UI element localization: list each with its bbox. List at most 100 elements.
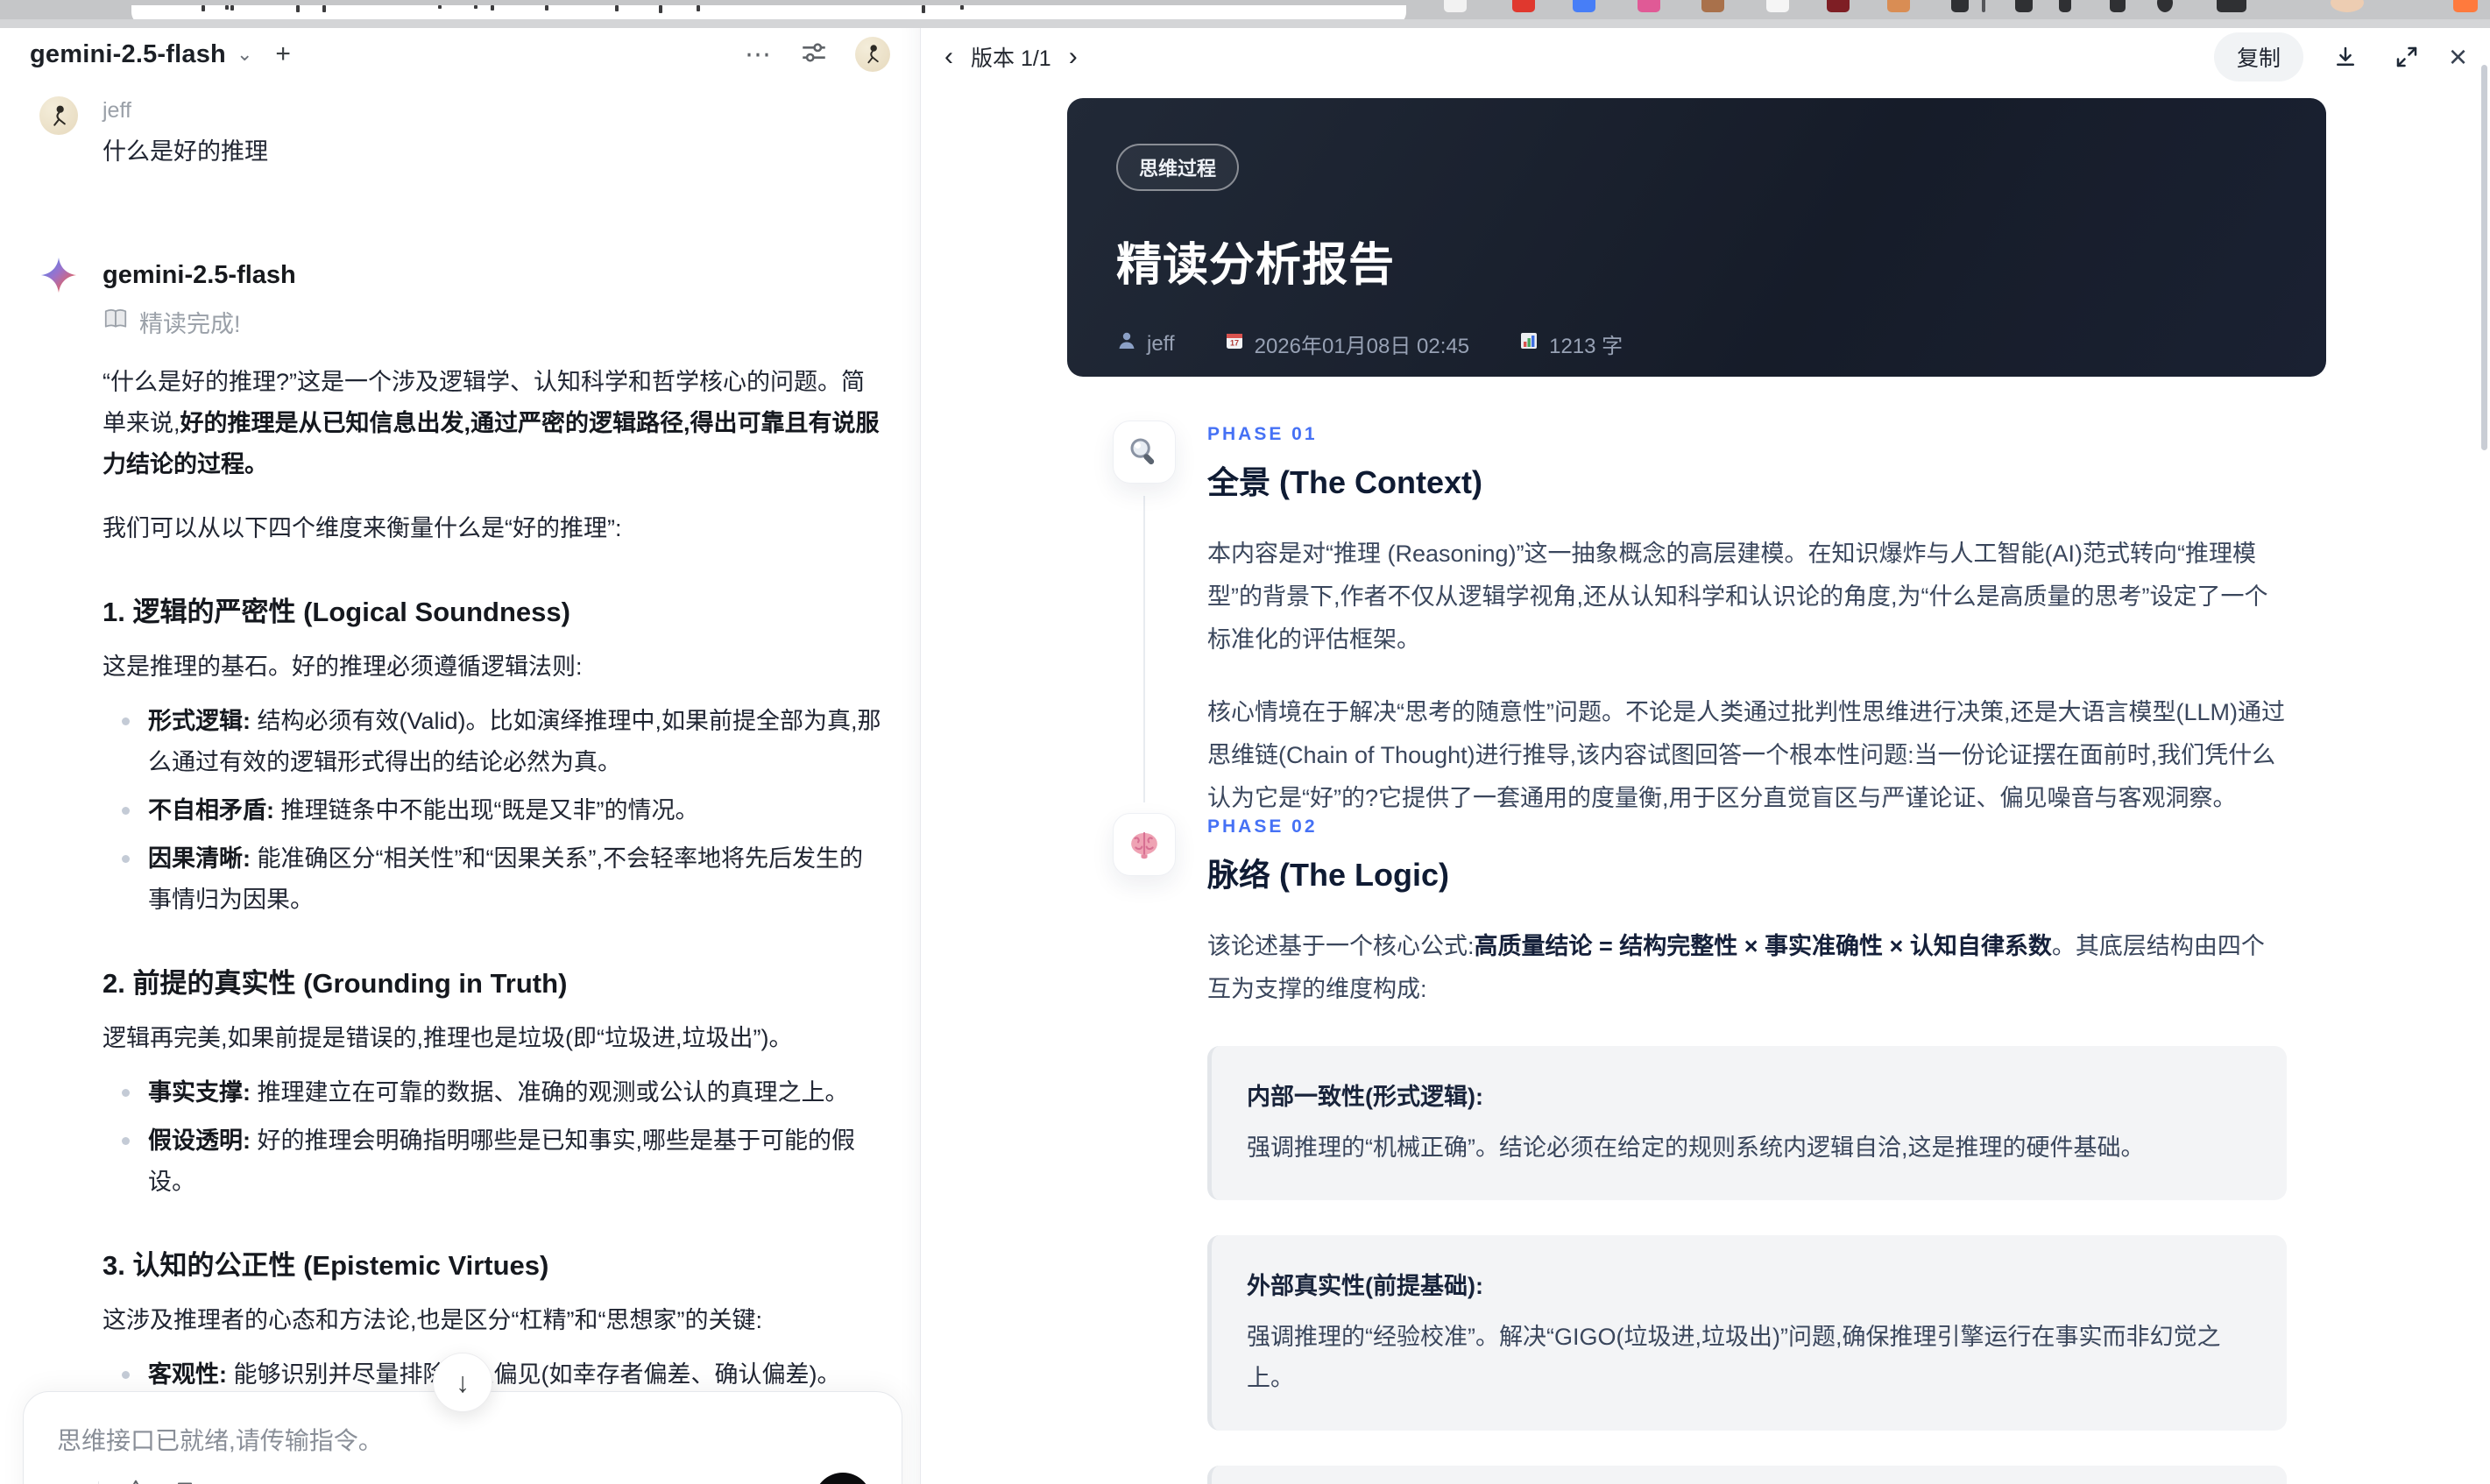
menubar-glyph-mark (545, 5, 548, 11)
meta-author: jeff (1147, 332, 1175, 357)
menubar-glyph-mark (438, 5, 442, 9)
clipboard-status-icon[interactable] (2110, 0, 2126, 12)
circle-status-icon[interactable] (2157, 0, 2173, 12)
user-avatar-status-icon[interactable] (2331, 0, 2364, 12)
list-item: 形式逻辑: 结构必须有效(Valid)。比如演绎推理中,如果前提全部为真,那么通… (103, 701, 882, 783)
assistant-model-name: gemini-2.5-flash (103, 261, 296, 290)
list-item: 假设透明: 好的推理会明确指明哪些是已知事实,哪些是基于可能的假设。 (103, 1120, 882, 1203)
user-message: jeff 什么是好的推理 (39, 96, 883, 172)
tune-settings-icon[interactable] (799, 38, 829, 72)
message-list: jeff 什么是好的推理 gemini-2.5-flash 精读完成! “什么是… (39, 96, 883, 1484)
menubar-glyph-mark (230, 5, 234, 11)
list-item: 不自相矛盾: 推理链条中不能出现“既是又非”的情况。 (103, 790, 882, 831)
new-chat-button[interactable]: + (275, 39, 291, 69)
ghost-app-icon[interactable] (1444, 0, 1467, 12)
report-title: 精读分析报告 (1116, 228, 2277, 293)
chat-panel: gemini-2.5-flash ⌄ + ⋯ jeff 什么是好的推理 gemi… (0, 28, 921, 1484)
section-description: 这涉及推理者的心态和方法论,也是区分“杠精”和“思想家”的关键: (103, 1300, 882, 1340)
chat-header: gemini-2.5-flash ⌄ + ⋯ (0, 28, 920, 81)
menubar-glyph-mark (960, 5, 964, 10)
phase-label: PHASE 02 (1207, 816, 2287, 837)
darkred-app-icon[interactable] (1827, 0, 1850, 12)
bookmark-icon[interactable] (173, 1480, 197, 1484)
version-prev-button[interactable]: ‹ (944, 44, 953, 70)
report-meta: jeff 17 2026年01月08日 02:45 1213 字 (1116, 329, 2277, 359)
version-label: 版本 1/1 (971, 41, 1051, 73)
card-text: 强调推理的“经验校准”。解决“GIGO(垃圾进,垃圾出)”问题,确保推理引擎运行… (1247, 1317, 2252, 1399)
phase-paragraph: 该论述基于一个核心公式:高质量结论 = 结构完整性 × 事实准确性 × 认知自律… (1207, 925, 2287, 1011)
phase-paragraph: 本内容是对“推理 (Reasoning)”这一抽象概念的高层建模。在知识爆炸与人… (1207, 533, 2287, 661)
status-glyph-icon[interactable] (1951, 0, 1969, 12)
chevron-down-icon[interactable]: ⌄ (237, 43, 252, 66)
attach-button[interactable]: + (57, 1476, 75, 1484)
screen: gemini-2.5-flash ⌄ + ⋯ jeff 什么是好的推理 gemi… (0, 0, 2490, 1484)
magnifier-icon (1113, 420, 1176, 484)
meta-word-count: 1213 字 (1549, 329, 1623, 359)
blue-app-icon[interactable] (1573, 0, 1595, 12)
jeff-avatar (39, 96, 78, 135)
phase-section: PHASE 01 全景 (The Context) 本内容是对“推理 (Reason… (1113, 420, 2287, 820)
card-title: 内部一致性(形式逻辑): (1247, 1078, 2252, 1112)
menubar-glyph-mark (322, 5, 326, 12)
section-description: 这是推理的基石。好的推理必须遵循逻辑法则: (103, 647, 882, 687)
tune-status-icon[interactable] (2015, 0, 2033, 12)
phase-title: 脉络 (The Logic) (1207, 850, 2287, 895)
menubar-glyph-mark (659, 5, 662, 13)
pen-status-icon[interactable] (2059, 0, 2071, 12)
menubar-glyph-mark (615, 5, 619, 11)
copy-button[interactable]: 复制 (2214, 32, 2303, 81)
grid-status-icon[interactable] (2217, 0, 2246, 12)
phase-body: PHASE 01 全景 (The Context) 本内容是对“推理 (Reason… (1207, 420, 2287, 820)
message-text: 什么是好的推理 (103, 132, 268, 172)
assistant-message: gemini-2.5-flash 精读完成! “什么是好的推理?”这是一个涉及逻… (39, 256, 883, 1484)
orange-app-icon[interactable] (1887, 0, 1910, 12)
user-avatar[interactable] (855, 37, 890, 72)
sparkle-tools-icon[interactable] (122, 1479, 150, 1484)
composer-placeholder[interactable]: 思维接口已就绪,请传输指令。 (57, 1422, 868, 1457)
assistant-status: 精读完成! (103, 305, 882, 339)
red-app-icon[interactable] (1512, 0, 1535, 12)
scrollbar-thumb[interactable] (2481, 65, 2487, 450)
version-next-button[interactable]: › (1069, 44, 1078, 70)
assistant-lead-paragraph: 我们可以从以下四个维度来衡量什么是“好的推理”: (103, 508, 882, 549)
card-title: 外部真实性(前提基础): (1247, 1267, 2252, 1301)
scroll-to-bottom-button[interactable]: ↓ (433, 1353, 492, 1412)
list-item: 事实支撑: 推理建立在可靠的数据、准确的观测或公认的真理之上。 (103, 1072, 882, 1113)
status-divider-icon[interactable] (1982, 0, 1985, 12)
model-selector[interactable]: gemini-2.5-flash (30, 40, 226, 69)
voice-input-button[interactable] (814, 1473, 872, 1484)
bar-chart-icon (1518, 330, 1539, 357)
meta-date: 2026年01月08日 02:45 (1255, 329, 1470, 359)
menubar-glyph-mark (491, 5, 494, 11)
logic-dimension-card: 内部一致性(形式逻辑): 强调推理的“机械正确”。结论必须在给定的规则系统内逻辑自… (1207, 1046, 2287, 1200)
macos-menubar (0, 0, 2490, 19)
artifact-header: ‹ 版本 1/1 › 复制 × (922, 28, 2490, 86)
brown-app-icon[interactable] (1701, 0, 1724, 12)
close-icon[interactable]: × (2449, 41, 2467, 73)
section-bullet-list: 形式逻辑: 结构必须有效(Valid)。比如演绎推理中,如果前提全部为真,那么通… (103, 701, 882, 921)
section-title: 3. 认知的公正性 (Epistemic Virtues) (103, 1243, 882, 1283)
phase-title: 全景 (The Context) (1207, 457, 2287, 503)
card-text: 强调推理的“机械正确”。结论必须在给定的规则系统内逻辑自洽,这是推理的硬件基础。 (1247, 1127, 2252, 1169)
pink-app-icon[interactable] (1638, 0, 1660, 12)
more-options-button[interactable]: ⋯ (745, 39, 773, 70)
window-chrome-edge (0, 19, 2490, 28)
book-icon (103, 306, 129, 338)
calendar-icon: 17 (1224, 330, 1245, 357)
flame-status-icon[interactable] (2453, 0, 2478, 12)
logic-dimension-card: 主体伦理(认识美德):转向推理者的心理特征。引入奥卡姆剃刀和反向论证,旨在克服人… (1207, 1466, 2287, 1484)
svg-text:17: 17 (1230, 339, 1239, 348)
menubar-glyph-mark (697, 5, 700, 11)
section-description: 逻辑再完美,如果前提是错误的,推理也是垃圾(即“垃圾进,垃圾出”)。 (103, 1018, 882, 1058)
expand-fullscreen-icon[interactable] (2387, 38, 2426, 76)
menubar-glyph-mark (202, 5, 205, 11)
white-app-icon[interactable] (1766, 0, 1789, 12)
menubar-glyph-mark (474, 5, 477, 9)
menubar-window-pill (131, 5, 1406, 19)
artifact-panel: ‹ 版本 1/1 › 复制 × 思维过程 精读分析报告 jeff 17 2026… (922, 28, 2490, 1484)
phase-paragraph: 核心情境在于解决“思考的随意性”问题。不论是人类通过批判性思维进行决策,还是大语… (1207, 691, 2287, 820)
menubar-glyph-mark (296, 5, 300, 12)
phase-label: PHASE 01 (1207, 424, 2287, 445)
thinking-process-badge: 思维过程 (1116, 144, 1239, 191)
download-icon[interactable] (2326, 38, 2365, 76)
